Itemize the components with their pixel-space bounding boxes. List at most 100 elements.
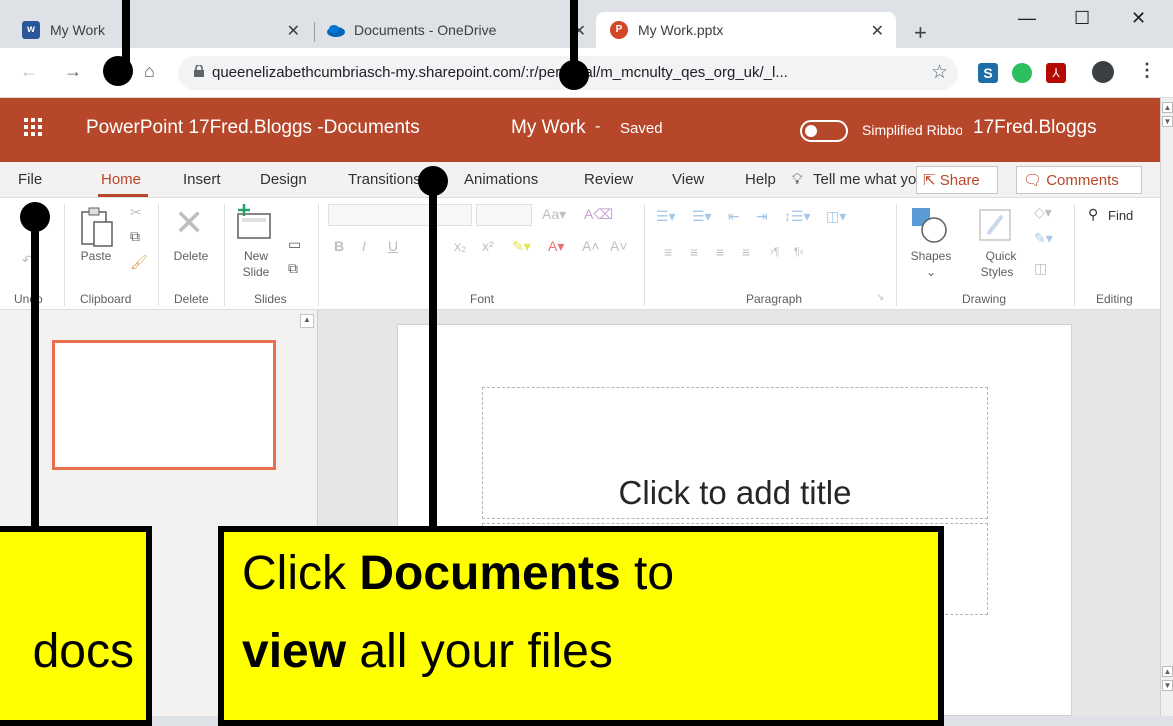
- shape-fill-icon[interactable]: ◇▾: [1034, 204, 1052, 221]
- minimize-button[interactable]: —: [1018, 8, 1036, 29]
- group-label-delete: Delete: [174, 292, 209, 306]
- tab-my-work-pptx[interactable]: P My Work.pptx ✕: [596, 12, 896, 48]
- paste-icon[interactable]: [80, 206, 116, 248]
- decrease-indent-icon[interactable]: ⇤: [728, 208, 740, 225]
- quick-styles-icon[interactable]: [976, 206, 1014, 244]
- slide-thumbnail[interactable]: [52, 340, 276, 470]
- increase-indent-icon[interactable]: ⇥: [756, 208, 768, 225]
- callout-line-2: view all your files: [242, 624, 613, 679]
- numbering-icon[interactable]: ☰▾: [692, 208, 712, 225]
- italic-icon[interactable]: I: [362, 238, 366, 254]
- shape-outline-icon[interactable]: ✎▾: [1034, 230, 1053, 247]
- tab-animations[interactable]: Animations: [464, 171, 538, 188]
- font-color-icon[interactable]: A▾: [548, 238, 564, 255]
- bullets-icon[interactable]: ☰▾: [656, 208, 676, 225]
- title-placeholder[interactable]: Click to add title: [482, 387, 988, 519]
- comments-button[interactable]: 🗨︎ Comments: [1016, 166, 1142, 194]
- align-left-icon[interactable]: ≡: [664, 244, 672, 260]
- shapes-dropdown-icon[interactable]: ⌄: [924, 265, 938, 279]
- copy-icon[interactable]: ⧉: [130, 228, 140, 245]
- tab-file[interactable]: File: [18, 171, 42, 188]
- align-right-icon[interactable]: ≡: [716, 244, 724, 260]
- share-button[interactable]: ⇱ Share: [916, 166, 998, 194]
- tab-help[interactable]: Help: [745, 171, 776, 188]
- tell-me-search[interactable]: Tell me what you want to do: [813, 171, 923, 188]
- subscript-icon[interactable]: x₂: [454, 238, 466, 254]
- new-tab-button[interactable]: +: [914, 20, 927, 46]
- close-tab-icon[interactable]: ✕: [287, 21, 300, 41]
- new-slide-icon[interactable]: [234, 204, 274, 240]
- underline-icon[interactable]: U: [388, 238, 398, 254]
- line-spacing-icon[interactable]: ↕☰▾: [784, 208, 811, 225]
- home-icon[interactable]: ⌂: [144, 61, 155, 82]
- bookmark-star-icon[interactable]: ☆: [931, 61, 948, 84]
- evernote-icon[interactable]: [1012, 63, 1032, 83]
- font-name-dropdown[interactable]: [328, 204, 472, 226]
- font-size-dropdown[interactable]: [476, 204, 532, 226]
- maximize-button[interactable]: ☐: [1074, 8, 1090, 29]
- menu-kebab-icon[interactable]: ⋮: [1138, 60, 1156, 81]
- back-icon[interactable]: ←: [20, 61, 38, 82]
- ltr-icon[interactable]: ›¶: [770, 246, 780, 258]
- delete-icon[interactable]: ✕: [174, 202, 204, 244]
- scroll-up-icon[interactable]: ▲: [1162, 666, 1173, 677]
- arrange-icon[interactable]: ◫: [1034, 260, 1047, 277]
- tab-my-work-word[interactable]: w My Work ✕: [12, 12, 312, 48]
- bold-icon[interactable]: B: [334, 238, 344, 254]
- tab-view[interactable]: View: [672, 171, 704, 188]
- new-slide-label-2: Slide: [242, 265, 270, 279]
- align-center-icon[interactable]: ≡: [690, 244, 698, 260]
- highlight-icon[interactable]: ✎▾: [512, 238, 531, 255]
- tab-home[interactable]: Home: [101, 171, 141, 188]
- shapes-icon[interactable]: [910, 206, 950, 244]
- find-button[interactable]: Find: [1108, 208, 1133, 223]
- duplicate-slide-icon[interactable]: ⧉: [288, 260, 298, 277]
- thumbnail-scroll-up-icon[interactable]: ▲: [300, 314, 314, 328]
- user-account-name[interactable]: 17Fred.Bloggs: [973, 117, 1097, 139]
- tab-review[interactable]: Review: [584, 171, 633, 188]
- format-painter-icon[interactable]: 🖌︎: [130, 254, 148, 271]
- increase-font-icon[interactable]: A˄: [582, 238, 600, 254]
- clear-formatting-icon[interactable]: A⌫: [584, 206, 613, 223]
- app-launcher-icon[interactable]: [24, 118, 42, 136]
- office-header: PowerPoint 17Fred.Bloggs -Documents My W…: [0, 98, 1160, 162]
- callout-bold-documents: Documents: [359, 547, 621, 600]
- scroll-down-icon[interactable]: ▼: [1162, 116, 1173, 127]
- page-scrollbar[interactable]: ▲ ▼ ▲ ▼: [1160, 98, 1173, 716]
- scroll-up-icon[interactable]: ▲: [1162, 102, 1173, 113]
- onedrive-icon: [326, 21, 345, 39]
- close-window-button[interactable]: ✕: [1131, 8, 1146, 29]
- group-separator: [318, 204, 319, 306]
- app-breadcrumb[interactable]: PowerPoint 17Fred.Bloggs -Documents: [86, 117, 420, 139]
- profile-avatar-icon[interactable]: [1092, 61, 1114, 83]
- columns-icon[interactable]: ◫▾: [826, 208, 846, 225]
- forward-icon[interactable]: →: [64, 61, 82, 82]
- grow-font-icon[interactable]: Aa▾: [542, 206, 566, 223]
- tab-design[interactable]: Design: [260, 171, 307, 188]
- group-separator: [158, 204, 159, 306]
- justify-icon[interactable]: ≡: [742, 244, 750, 260]
- scroll-down-icon[interactable]: ▼: [1162, 680, 1173, 691]
- rtl-icon[interactable]: ¶‹: [794, 246, 804, 258]
- comment-icon: 🗨︎: [1023, 172, 1043, 189]
- cut-icon[interactable]: ✂︎: [130, 204, 142, 221]
- group-separator: [1074, 204, 1075, 306]
- decrease-font-icon[interactable]: A˅: [610, 238, 628, 254]
- tab-insert[interactable]: Insert: [183, 171, 221, 188]
- acrobat-icon[interactable]: ⅄: [1046, 63, 1066, 83]
- extension-s-icon[interactable]: S: [978, 63, 998, 83]
- group-label-paragraph: Paragraph: [746, 292, 803, 306]
- close-tab-icon[interactable]: ✕: [871, 21, 884, 41]
- ribbon-tabs: File Home Insert Design Transitions Anim…: [0, 162, 1160, 198]
- annotation-callout-left: docs: [0, 526, 152, 726]
- group-label-slides: Slides: [254, 292, 287, 306]
- tab-onedrive[interactable]: Documents - OneDrive ✕: [318, 12, 598, 48]
- simplified-ribbon-toggle[interactable]: [800, 120, 848, 142]
- document-title[interactable]: My Work: [511, 117, 586, 139]
- tab-transitions[interactable]: Transitions: [348, 171, 428, 188]
- share-icon: ⇱: [923, 172, 936, 189]
- paragraph-launcher-icon[interactable]: ↘: [876, 292, 884, 303]
- superscript-icon[interactable]: x²: [482, 238, 494, 254]
- quick-styles-label-2: Styles: [980, 265, 1014, 279]
- layout-icon[interactable]: ▭: [288, 236, 301, 253]
